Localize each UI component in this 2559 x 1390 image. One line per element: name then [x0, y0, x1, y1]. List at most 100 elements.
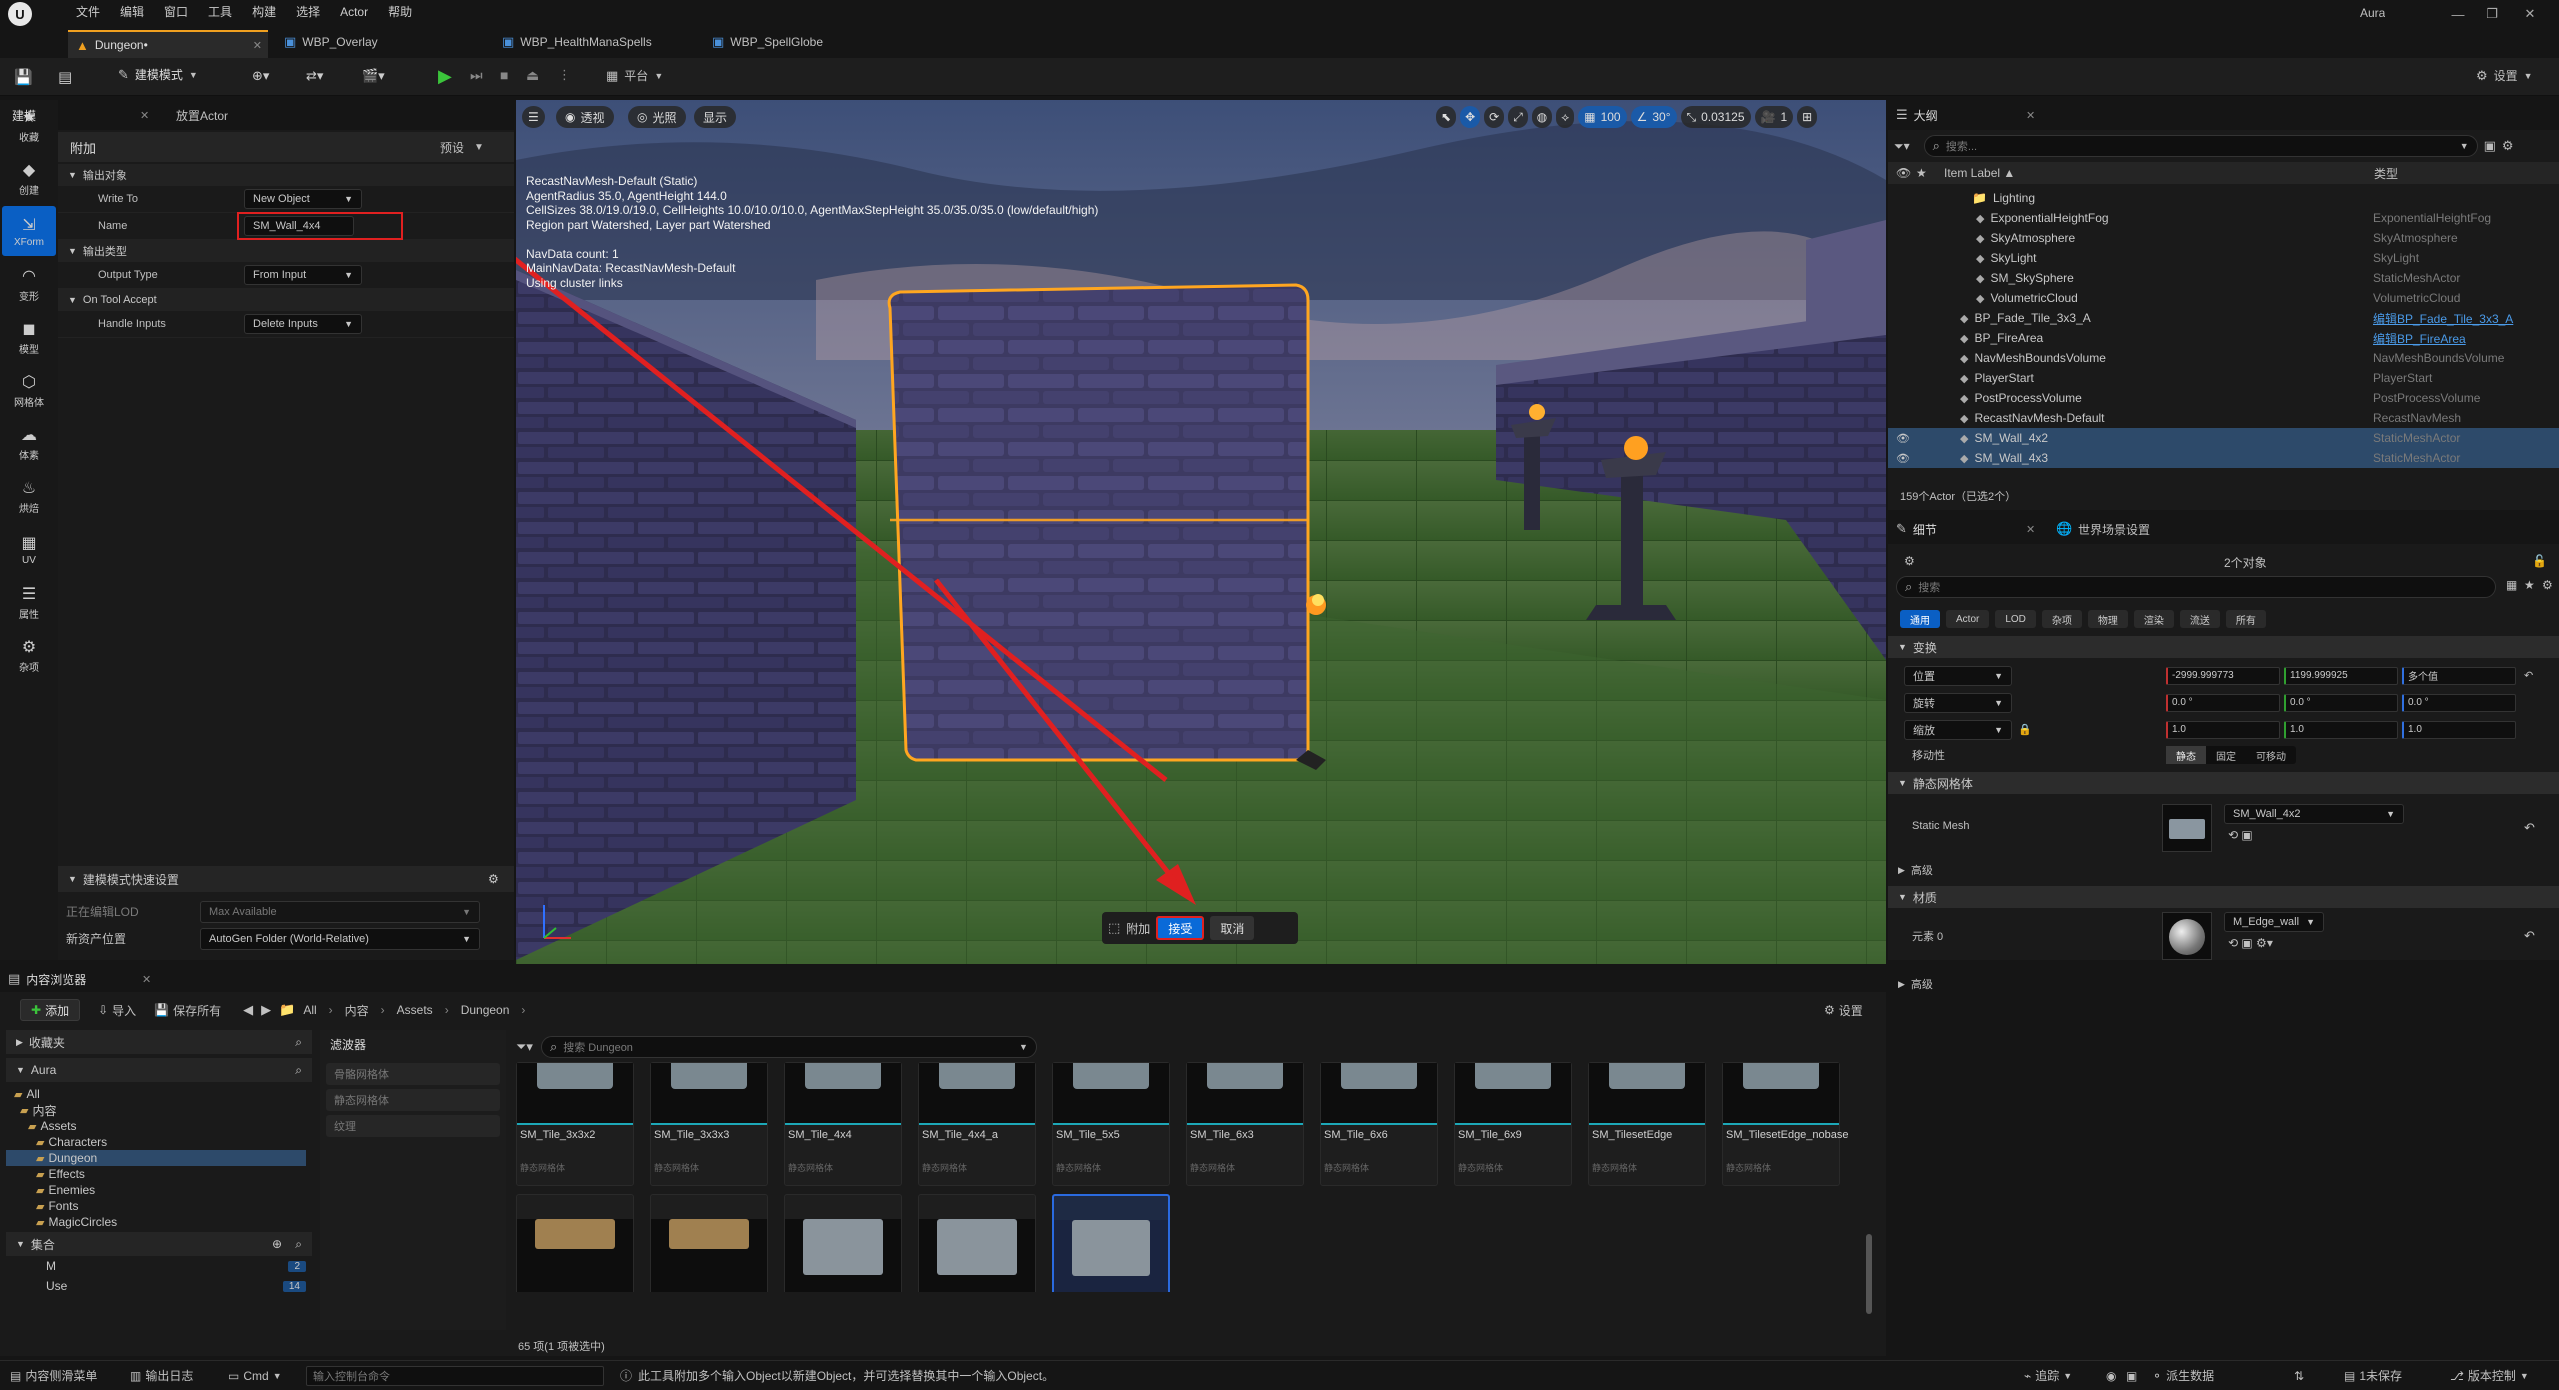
add-button[interactable]: ✚ 添加: [20, 999, 81, 1021]
asset-tile[interactable]: SM_Tile_5x5 静态网格体: [1052, 1062, 1170, 1186]
back-icon[interactable]: ◀: [243, 1002, 253, 1018]
group-header[interactable]: ▼ 输出类型: [58, 240, 514, 262]
play-icon[interactable]: ▶: [438, 66, 452, 87]
browse-asset-icon[interactable]: ⟲ ▣: [2228, 828, 2253, 842]
stop-icon[interactable]: ■: [500, 67, 508, 83]
minimize-icon[interactable]: —: [2448, 4, 2468, 24]
record-icon[interactable]: ◉: [2106, 1369, 2116, 1383]
favorites-header[interactable]: ▶ 收藏夹 ⌕: [6, 1030, 312, 1054]
close-tab-icon[interactable]: ✕: [2026, 523, 2035, 536]
asset-tile[interactable]: SM_Tile_3x3x2 静态网格体: [516, 1062, 634, 1186]
outliner-row[interactable]: ◆ VolumetricCloud VolumetricCloud: [1888, 288, 2559, 308]
grid-view-icon[interactable]: ▦: [2506, 578, 2517, 592]
outliner-row[interactable]: ◆ ExponentialHeightFog ExponentialHeightFo…: [1888, 208, 2559, 228]
folder-tree-item[interactable]: ▰ Assets: [6, 1118, 306, 1134]
rotation-z-input[interactable]: 0.0 °: [2402, 693, 2516, 712]
visibility-icon[interactable]: 👁: [1896, 452, 1910, 465]
asset-tile[interactable]: SM_TilesetEdge_nobase 静态网格体: [1722, 1062, 1849, 1186]
console-input[interactable]: 输入控制台命令: [306, 1365, 604, 1386]
filter-tab[interactable]: 流送: [2179, 610, 2220, 628]
mode-category-mesh[interactable]: ⬡ 网格体: [2, 365, 56, 415]
group-header[interactable]: ▼ 输出对象: [58, 164, 514, 186]
asset-tile[interactable]: SM_Wall_2x1: [784, 1194, 902, 1292]
static-mesh-dropdown[interactable]: SM_Wall_4x2 ▼: [2224, 804, 2404, 824]
breadcrumb-item[interactable]: Assets: [397, 1003, 433, 1017]
outliner-row[interactable]: 👁 ◆ SM_Wall_4x2 StaticMeshActor: [1888, 428, 2559, 448]
visibility-icon[interactable]: 👁: [1896, 432, 1910, 445]
filter-item[interactable]: 骨骼网格体: [326, 1063, 500, 1085]
materials-section[interactable]: ▼ 材质: [1888, 886, 2559, 908]
collection-item[interactable]: Use 14: [6, 1276, 312, 1296]
asset-search-input[interactable]: ⌕ 搜索 Dungeon ▼: [540, 1036, 1037, 1058]
filter-item[interactable]: 纹理: [326, 1115, 500, 1137]
mode-category-xform[interactable]: ⇲ XForm: [2, 206, 56, 256]
location-dropdown[interactable]: 位置 ▼: [1904, 665, 2012, 686]
breadcrumb-item[interactable]: All: [303, 1003, 316, 1017]
asset-tile[interactable]: SM_Wall_2x2: [918, 1194, 1036, 1292]
outliner-row[interactable]: ◆ SkyLight SkyLight: [1888, 248, 2559, 268]
cmd-dropdown[interactable]: ▭ Cmd ▼: [228, 1369, 282, 1383]
asset-tile[interactable]: SM_Tile_4x4 静态网格体: [784, 1062, 902, 1186]
asset-tile[interactable]: SM_Tile_4x4_a 静态网格体: [918, 1062, 1036, 1186]
outliner-folder-lighting[interactable]: 📁 Lighting: [1888, 188, 2559, 208]
eject-icon[interactable]: ⏏: [526, 67, 539, 84]
folder-tree-item[interactable]: ▰ All: [6, 1086, 306, 1102]
surface-snap-icon[interactable]: ⟡: [1556, 106, 1575, 128]
search-icon[interactable]: ⌕: [295, 1035, 302, 1050]
asset-tile[interactable]: SM_Tile_3x3x3 静态网格体: [650, 1062, 768, 1186]
reset-icon[interactable]: ↶: [2524, 669, 2533, 682]
menu-item[interactable]: 文件: [66, 3, 110, 20]
reset-icon[interactable]: ↶: [2524, 928, 2535, 944]
close-tab-icon[interactable]: ✕: [140, 109, 149, 122]
advanced-section-2[interactable]: ▶ 高级: [1898, 976, 1933, 992]
gear-icon[interactable]: ⚙: [488, 872, 499, 886]
outliner-row[interactable]: ◆ SkyAtmosphere SkyAtmosphere: [1888, 228, 2559, 248]
filter-icon[interactable]: ⏷▾: [516, 1039, 533, 1055]
show-button[interactable]: 显示: [694, 106, 737, 128]
settings-button[interactable]: ⚙ 设置 ▼: [2476, 67, 2533, 84]
restore-icon[interactable]: ❐: [2482, 4, 2502, 24]
select-tool-icon[interactable]: ⬉: [1436, 106, 1457, 128]
outliner-row[interactable]: ◆ BP_FireArea 编辑BP_FireArea: [1888, 328, 2559, 348]
source-control-button[interactable]: ⎇ 版本控制 ▼: [2450, 1367, 2529, 1384]
perspective-button[interactable]: ◉ 透视: [556, 106, 614, 128]
material-thumbnail[interactable]: [2162, 912, 2212, 960]
folder-tree-item[interactable]: ▰ MagicCircles: [6, 1214, 306, 1230]
asset-tile[interactable]: SM_TilesetEdge: [650, 1194, 768, 1292]
mode-category-deform[interactable]: ◠ 变形: [2, 259, 56, 309]
menu-item[interactable]: 选择: [286, 3, 330, 20]
tab-wbp-spellglobe[interactable]: ▣ WBP_SpellGlobe: [712, 34, 823, 50]
close-tab-icon[interactable]: ✕: [142, 973, 151, 986]
property-dropdown[interactable]: Delete Inputs ▼: [244, 314, 362, 334]
filter-tab[interactable]: 物理: [2087, 610, 2128, 628]
asset-tile[interactable]: SM_TilesetEdge 静态网格体: [1588, 1062, 1706, 1186]
menu-item[interactable]: 帮助: [378, 3, 422, 20]
translate-tool-icon[interactable]: ✥: [1460, 106, 1481, 128]
close-tab-icon[interactable]: ✕: [2026, 109, 2035, 122]
scale-z-input[interactable]: 1.0: [2402, 720, 2516, 739]
tab-dungeon[interactable]: ▲ Dungeon• ✕: [68, 30, 268, 58]
folder-tree-item[interactable]: ▰ Effects: [6, 1166, 306, 1182]
mobility-static[interactable]: 静态: [2166, 746, 2206, 764]
browse-icon[interactable]: ▤: [58, 68, 72, 86]
camera-speed-button[interactable]: 🎥 1: [1754, 106, 1794, 128]
world-local-icon[interactable]: ◍: [1531, 106, 1553, 128]
content-settings-button[interactable]: ⚙ 设置: [1824, 1002, 1863, 1019]
location-y-input[interactable]: 1199.999925: [2284, 666, 2398, 685]
filter-item[interactable]: 静态网格体: [326, 1089, 500, 1111]
asset-tile[interactable]: SM_Wall_4x2: [1052, 1194, 1170, 1292]
scale-x-input[interactable]: 1.0: [2166, 720, 2280, 739]
lod-dropdown[interactable]: Max Available ▼: [200, 900, 480, 923]
scale-tool-icon[interactable]: ⤢: [1508, 106, 1528, 128]
accept-button[interactable]: 接受: [1156, 916, 1205, 940]
close-tab-icon[interactable]: ✕: [253, 39, 262, 52]
property-dropdown[interactable]: New Object ▼: [244, 189, 362, 209]
actor-type[interactable]: 编辑BP_FireArea: [2373, 330, 2466, 347]
property-dropdown[interactable]: From Input ▼: [244, 265, 362, 285]
search-icon[interactable]: ⌕: [295, 1063, 302, 1078]
tab-wbp-healthmanaspells[interactable]: ▣ WBP_HealthManaSpells: [502, 34, 652, 50]
collection-item[interactable]: M2: [6, 1256, 312, 1276]
filter-tab[interactable]: Actor: [1946, 610, 1990, 628]
forward-icon[interactable]: ▶: [261, 1002, 271, 1018]
material-dropdown[interactable]: M_Edge_wall ▼: [2224, 912, 2324, 932]
